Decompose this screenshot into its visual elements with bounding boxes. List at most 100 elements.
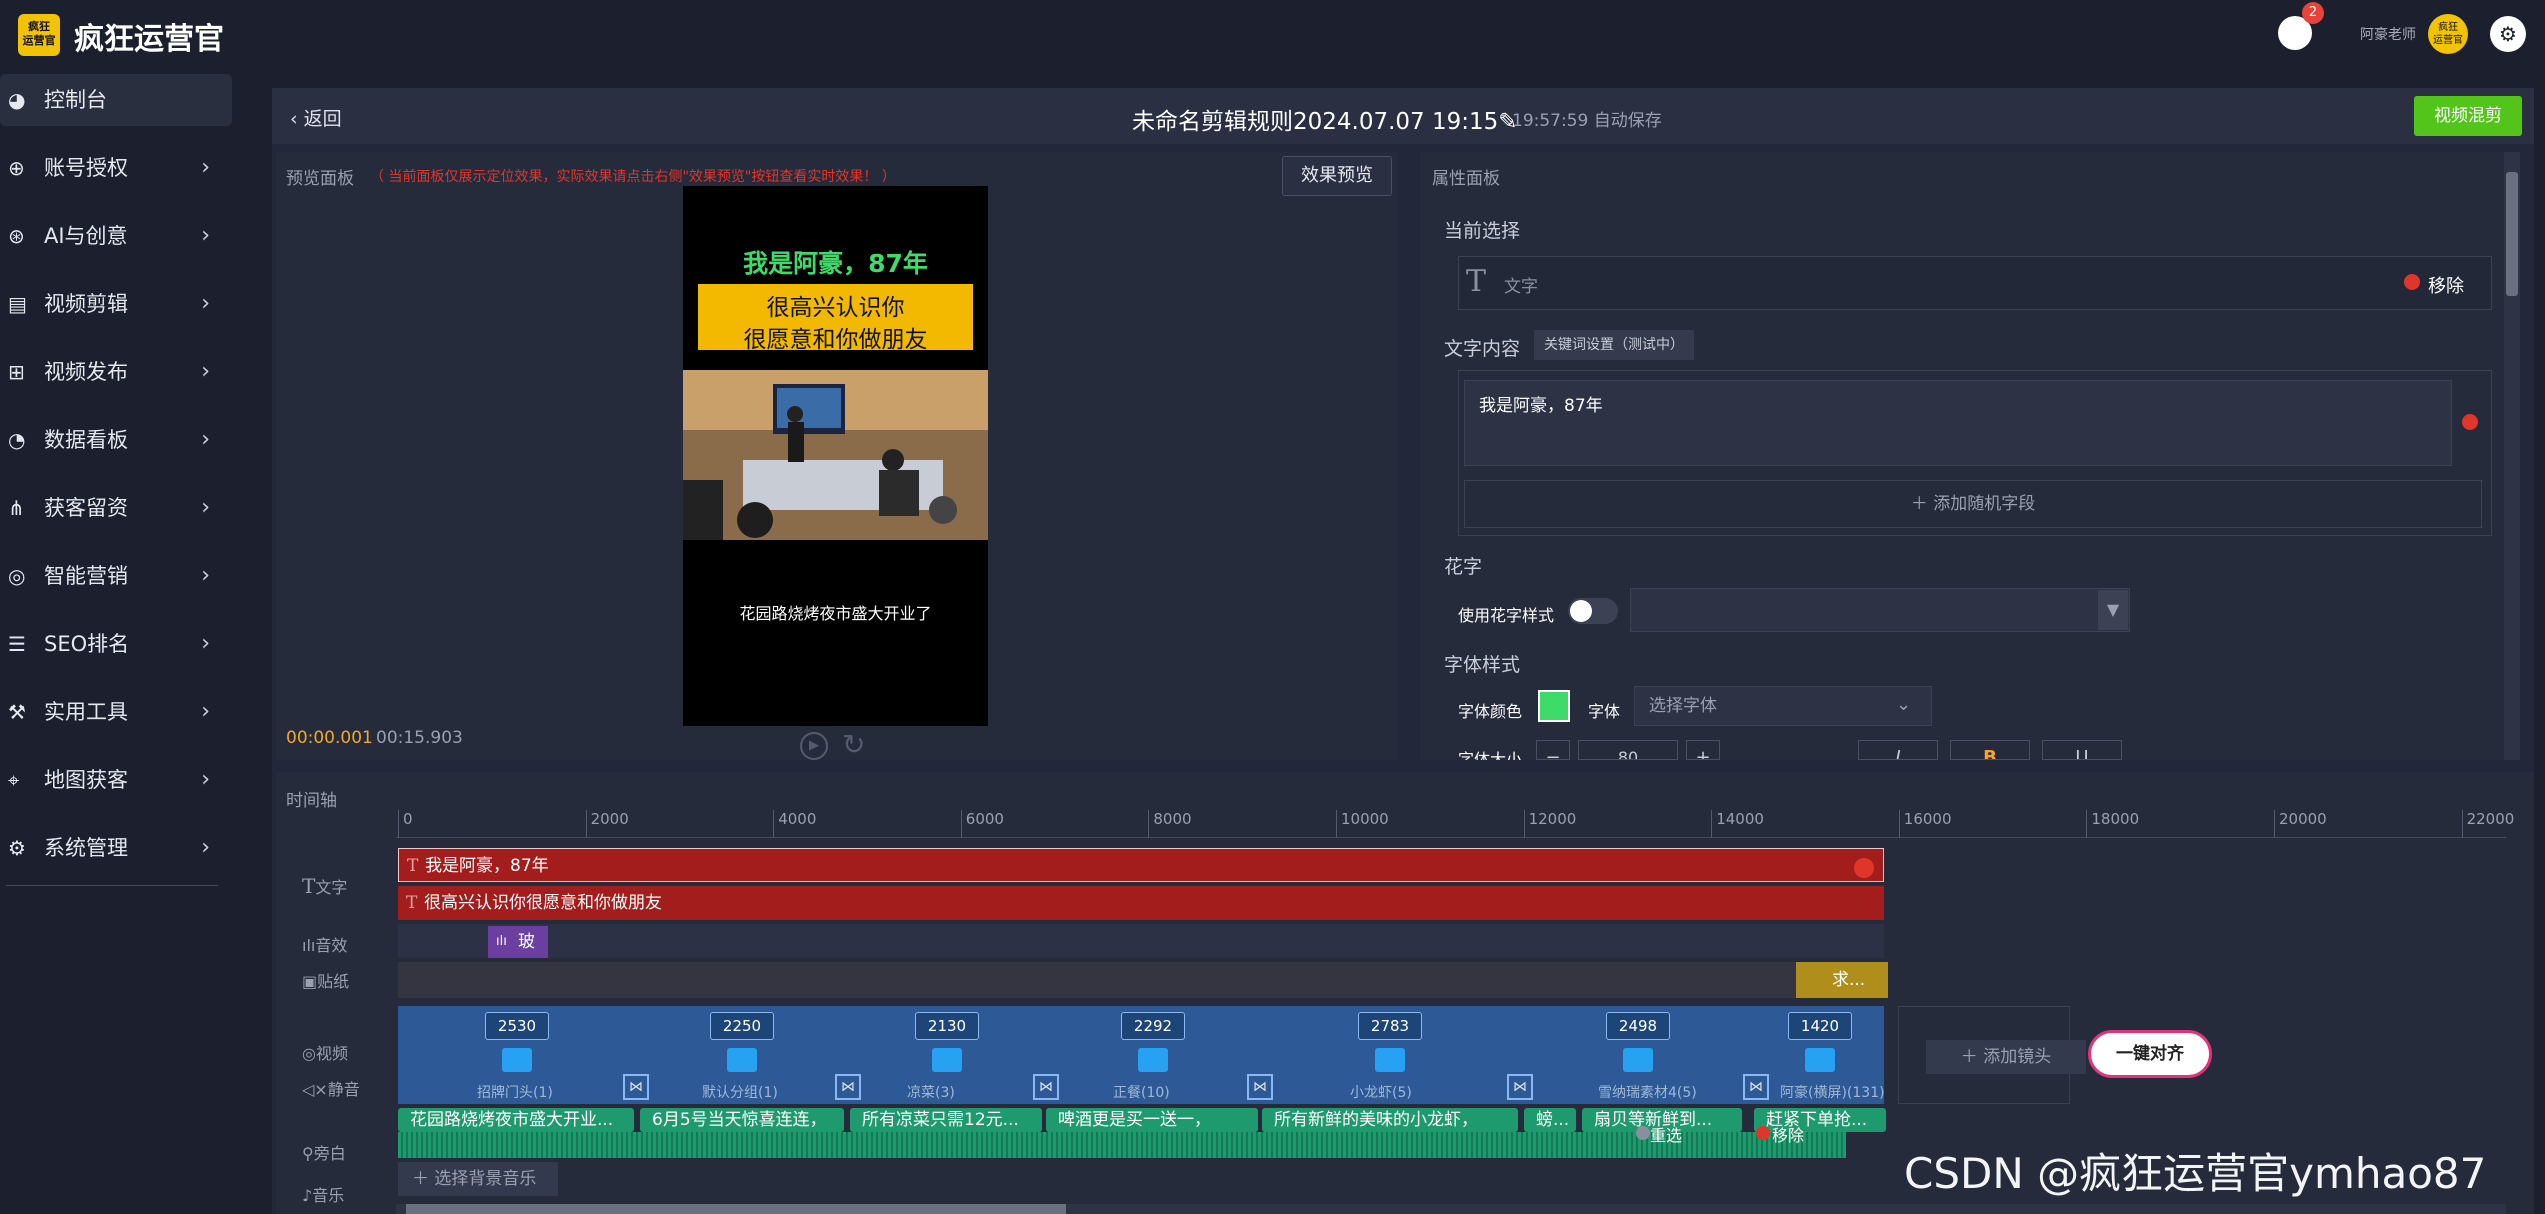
- remove-text-icon[interactable]: [2462, 414, 2478, 430]
- subtitle-clip[interactable]: 啤酒更是买一送一，: [1046, 1108, 1258, 1132]
- audio-clip[interactable]: ılı玻璃: [488, 926, 548, 984]
- add-shot-label: 添加镜头: [1983, 1047, 2052, 1067]
- timeline-label: 时间轴: [286, 791, 337, 811]
- remove-clip-icon[interactable]: [1854, 858, 1874, 878]
- segment-count: 1420: [1788, 1012, 1852, 1040]
- timeline-ruler[interactable]: [396, 810, 2506, 838]
- font-size-input[interactable]: 80: [1578, 740, 1678, 760]
- segment-count: 2130: [915, 1012, 979, 1040]
- font-chevron-icon: ⌄: [1896, 694, 1912, 715]
- speaker-mute-icon: ◁×: [302, 1080, 328, 1099]
- preview-text-line2[interactable]: 很高兴认识你: [698, 288, 973, 322]
- remove-icon[interactable]: [1756, 1126, 1770, 1140]
- text-clip-icon: T: [407, 856, 419, 876]
- transition-icon[interactable]: ⋈: [1247, 1074, 1273, 1100]
- font-size-decrease[interactable]: −: [1536, 740, 1570, 760]
- segment-count: 2250: [710, 1012, 774, 1040]
- back-button[interactable]: ‹ 返回: [290, 104, 342, 131]
- sidebar-item-label: 系统管理: [44, 836, 128, 860]
- sticker-clip[interactable]: 求...: [1796, 962, 1888, 998]
- sidebar-item[interactable]: ◎ 智能营销 ›: [0, 550, 232, 602]
- text-clip[interactable]: T 我是阿豪，87年: [398, 848, 1884, 882]
- subtitle-clip[interactable]: 所有凉菜只需12元...: [850, 1108, 1042, 1132]
- chevron-right-icon: ›: [201, 155, 210, 180]
- redo-button[interactable]: 重选: [1650, 1122, 1682, 1146]
- autosave-status: 19:57:59 自动保存: [1512, 111, 1662, 131]
- sidebar-item[interactable]: ⚙ 系统管理 ›: [0, 822, 232, 874]
- font-color-picker[interactable]: [1538, 690, 1570, 722]
- transition-icon[interactable]: ⋈: [1033, 1074, 1059, 1100]
- font-select[interactable]: 选择字体: [1634, 686, 1932, 726]
- bold-button[interactable]: B: [1950, 740, 2030, 760]
- remove-icon[interactable]: [2404, 274, 2420, 290]
- subtitle-clip[interactable]: 所有新鲜的美味的小龙虾，: [1262, 1108, 1518, 1132]
- preview-text-line1[interactable]: 我是阿豪，87年: [683, 244, 988, 280]
- segment-count: 2530: [485, 1012, 549, 1040]
- narration-waveform[interactable]: [398, 1132, 1846, 1158]
- sidebar-item[interactable]: ☰ SEO排名 ›: [0, 618, 232, 670]
- segment-count: 2498: [1606, 1012, 1670, 1040]
- auto-align-button[interactable]: 一键对齐: [2088, 1030, 2212, 1078]
- text-content-input[interactable]: 我是阿豪，87年: [1464, 380, 2452, 466]
- page-title[interactable]: 未命名剪辑规则2024.07.07 19:15✎: [1132, 102, 1518, 136]
- sidebar-item[interactable]: ⌖ 地图获客 ›: [0, 754, 232, 806]
- chevron-down-icon[interactable]: ▼: [2098, 590, 2128, 630]
- settings-icon[interactable]: ⚙: [2490, 16, 2526, 52]
- subtitle-clip[interactable]: 6月5号当天惊喜连连，: [640, 1108, 844, 1132]
- segment-name: 阿豪(横屏)(131): [1780, 1085, 1885, 1101]
- sidebar-item[interactable]: ◕ 控制台: [0, 74, 232, 126]
- font-size-increase[interactable]: +: [1686, 740, 1720, 760]
- sidebar-item-label: 账号授权: [44, 156, 128, 180]
- flower-label: 花字: [1444, 556, 1483, 578]
- transition-icon[interactable]: ⋈: [1743, 1074, 1769, 1100]
- sidebar-item[interactable]: ◔ 数据看板 ›: [0, 414, 232, 466]
- preview-caption[interactable]: 花园路烧烤夜市盛大开业了: [683, 600, 988, 624]
- add-shot-button[interactable]: ＋ 添加镜头: [1926, 1040, 2086, 1074]
- folder-icon[interactable]: [932, 1048, 962, 1072]
- sidebar-item[interactable]: ⋔ 获客留资 ›: [0, 482, 232, 534]
- flower-style-select[interactable]: [1630, 588, 2130, 632]
- mute-toggle[interactable]: ◁×静音: [302, 1076, 360, 1100]
- transition-icon[interactable]: ⋈: [835, 1074, 861, 1100]
- folder-icon[interactable]: [1138, 1048, 1168, 1072]
- select-bgm-button[interactable]: ＋ 选择背景音乐: [398, 1162, 558, 1196]
- sidebar-item-label: 控制台: [44, 88, 107, 112]
- property-scroll-thumb[interactable]: [2506, 172, 2518, 296]
- redo-icon[interactable]: [1636, 1126, 1650, 1140]
- add-random-field-button[interactable]: ＋ 添加随机字段: [1464, 480, 2482, 528]
- segment-count: 2783: [1358, 1012, 1422, 1040]
- underline-button[interactable]: U: [2042, 740, 2122, 760]
- keyword-settings-tag[interactable]: 关键词设置（测试中）: [1534, 330, 1694, 360]
- toggle-knob[interactable]: [1570, 600, 1592, 622]
- folder-icon[interactable]: [1805, 1048, 1835, 1072]
- folder-icon[interactable]: [502, 1048, 532, 1072]
- timeline-scroll-thumb[interactable]: [406, 1204, 1066, 1214]
- folder-icon[interactable]: [1623, 1048, 1653, 1072]
- replay-icon[interactable]: ↻: [842, 728, 865, 761]
- sidebar-item[interactable]: ▤ 视频剪辑 ›: [0, 278, 232, 330]
- transition-icon[interactable]: ⋈: [1507, 1074, 1533, 1100]
- preview-text-line3[interactable]: 很愿意和你做朋友: [698, 320, 973, 354]
- video-mix-button[interactable]: 视频混剪: [2414, 96, 2522, 136]
- subtitle-clip[interactable]: 花园路烧烤夜市盛大开业...: [398, 1108, 634, 1132]
- text-clip[interactable]: T 很高兴认识你很愿意和你做朋友: [398, 886, 1884, 920]
- pie-icon: ◔: [8, 428, 26, 452]
- sidebar-item[interactable]: ⊞ 视频发布 ›: [0, 346, 232, 398]
- transition-icon[interactable]: ⋈: [623, 1074, 649, 1100]
- sidebar-item[interactable]: ⊕ 账号授权 ›: [0, 142, 232, 194]
- sidebar-item[interactable]: ⊛ AI与创意 ›: [0, 210, 232, 262]
- user-name[interactable]: 阿豪老师: [2360, 24, 2416, 44]
- play-icon[interactable]: ▶: [800, 732, 828, 760]
- text-content-label: 文字内容: [1444, 338, 1521, 360]
- remove-selection-button[interactable]: 移除: [2428, 272, 2464, 298]
- folder-icon[interactable]: [727, 1048, 757, 1072]
- watermark: CSDN @疯狂运营官ymhao87: [1904, 1149, 2487, 1198]
- avatar[interactable]: 疯狂 运营官: [2428, 14, 2468, 54]
- remove-narration-button[interactable]: 移除: [1772, 1122, 1804, 1146]
- italic-button[interactable]: I: [1858, 740, 1938, 760]
- folder-icon[interactable]: [1375, 1048, 1405, 1072]
- subtitle-clip[interactable]: 螃...: [1524, 1108, 1576, 1132]
- mute-label: 静音: [327, 1080, 360, 1099]
- effect-preview-button[interactable]: 效果预览: [1282, 156, 1392, 196]
- sidebar-item[interactable]: ⚒ 实用工具 ›: [0, 686, 232, 738]
